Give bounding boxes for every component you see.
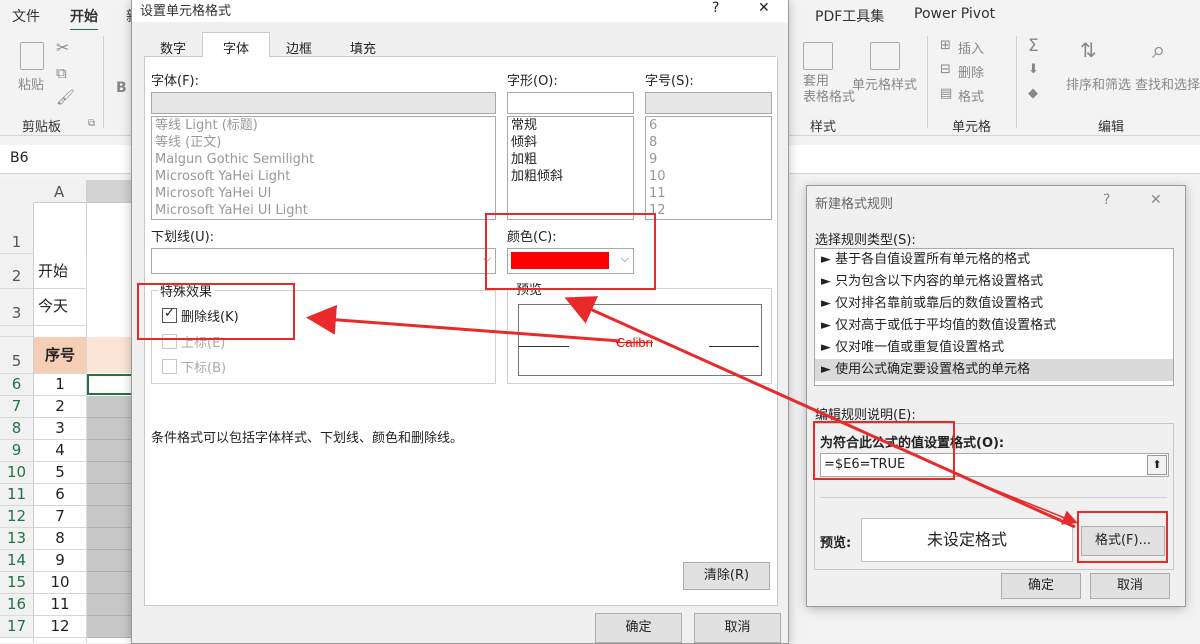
arrow-to-strikethrough [306, 304, 621, 343]
arrow-to-color [564, 296, 1076, 529]
annotation-arrows [306, 296, 1078, 529]
arrow-formula-to-format [959, 475, 1078, 525]
